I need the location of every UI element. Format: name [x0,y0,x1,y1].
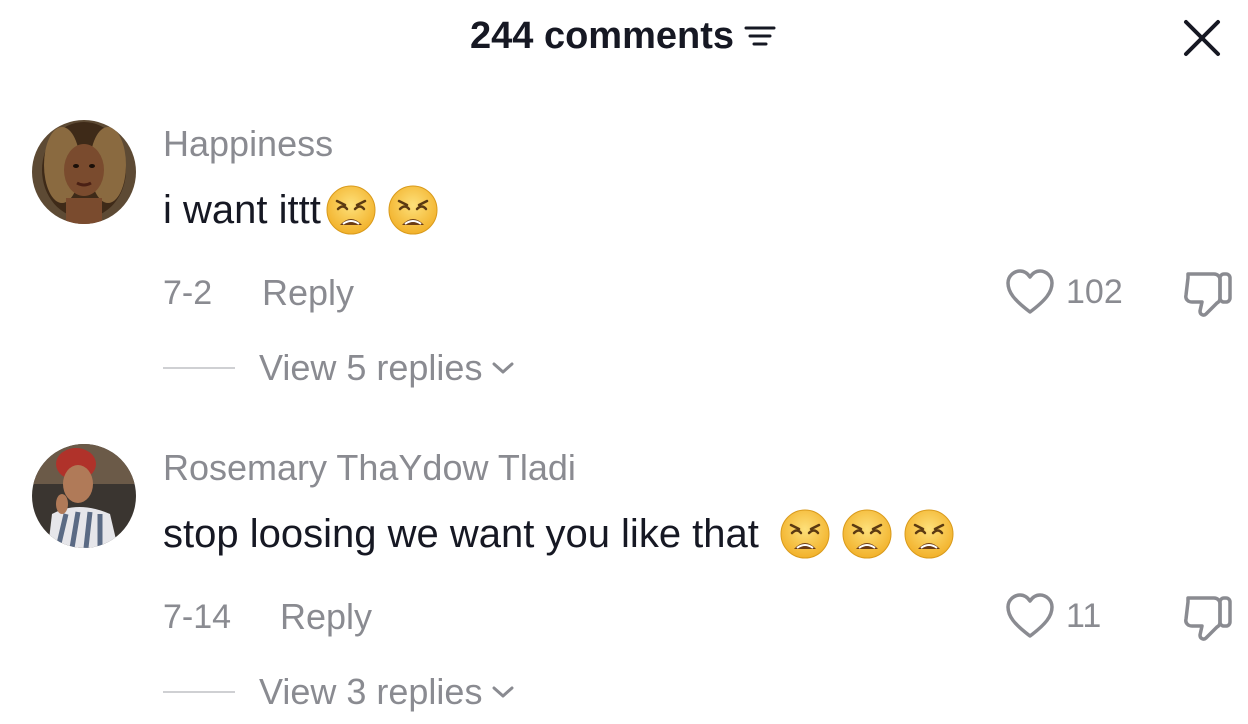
avatar-image [32,444,136,548]
comment-text-content: stop loosing we want you like that [163,512,759,556]
heart-icon [1006,593,1054,638]
weary-face-icon [841,508,893,560]
replies-divider [163,691,235,693]
sort-lines-icon[interactable] [742,21,778,51]
comment-text: i want ittt [163,184,439,236]
weary-face-icon [903,508,955,560]
reply-button[interactable]: Reply [280,597,372,637]
comment-date: 7-2 [163,274,213,312]
avatar[interactable] [32,444,136,548]
replies-divider [163,367,235,369]
view-replies-label: View 5 replies [259,347,483,388]
reply-button[interactable]: Reply [262,273,354,313]
heart-icon [1006,269,1054,314]
comment-text-content: i want ittt [163,188,321,232]
avatar-image [32,120,136,224]
comments-title: 244 comments [0,14,1248,58]
like-button[interactable]: 11 [1004,592,1101,640]
avatar[interactable] [32,120,136,224]
comment-username[interactable]: Happiness [163,124,333,164]
thumbs-down-icon[interactable] [1180,592,1236,644]
comment-date: 7-14 [163,598,232,636]
weary-face-icon [387,184,439,236]
view-replies-label: View 3 replies [259,671,483,712]
view-replies-button[interactable]: View 5 replies [163,348,516,388]
comment-username[interactable]: Rosemary ThaYdow Tladi [163,448,576,488]
close-icon[interactable] [1180,16,1224,60]
comments-count: 244 comments [469,15,734,57]
chevron-down-icon [492,362,514,374]
weary-face-icon [325,184,377,236]
weary-face-icon [779,508,831,560]
comments-header: 244 comments [0,0,1248,80]
like-count: 102 [1066,273,1123,311]
like-button[interactable]: 102 [1004,268,1123,316]
chevron-down-icon [492,686,514,698]
comment-text: stop loosing we want you like that [163,508,955,560]
view-replies-button[interactable]: View 3 replies [163,672,516,712]
like-count: 11 [1066,597,1102,635]
thumbs-down-icon[interactable] [1180,268,1236,320]
